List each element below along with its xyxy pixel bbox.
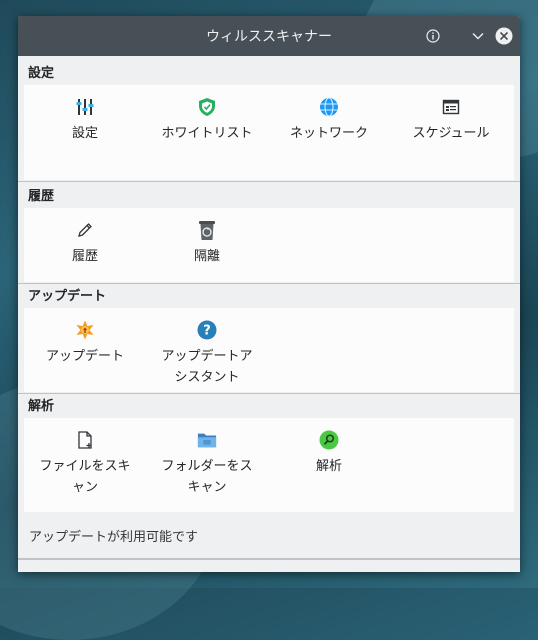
settings-panel: 設定 ホワイトリスト ネットワーク スケジュール: [24, 85, 514, 180]
chevron-down-icon: [472, 33, 484, 40]
tile-scan-file[interactable]: ファイルをスキャン: [24, 418, 146, 512]
section-title-update: アップデート: [28, 289, 107, 304]
tile-schedule[interactable]: スケジュール: [390, 85, 512, 180]
tile-label: ホワイトリスト: [161, 126, 253, 141]
minimize-button[interactable]: [469, 27, 487, 45]
info-button[interactable]: [424, 27, 442, 45]
tile-whitelist[interactable]: ホワイトリスト: [146, 85, 268, 180]
shield-icon: [197, 97, 217, 117]
history-panel: 履歴 隔離: [24, 208, 514, 282]
folder-icon: [197, 430, 217, 450]
tile-label: スケジュール: [412, 126, 490, 141]
close-button[interactable]: [495, 27, 513, 45]
tile-scan-folder[interactable]: フォルダーをスキャン: [146, 418, 268, 512]
status-bar: アップデートが利用可能です: [29, 530, 199, 545]
close-icon: [495, 27, 513, 45]
section-title-analysis: 解析: [28, 399, 55, 414]
tile-history[interactable]: 履歴: [24, 208, 146, 282]
info-icon: [426, 29, 440, 43]
tile-label: フォルダーをスキャン: [161, 459, 253, 495]
tile-label: アップデート: [45, 349, 124, 364]
section-title-settings: 設定: [28, 66, 55, 81]
tile-label: ネットワーク: [289, 126, 368, 141]
help-icon: ?: [197, 320, 217, 340]
search-icon: [319, 430, 339, 450]
tile-analysis[interactable]: 解析: [268, 418, 390, 512]
tile-label: 隔離: [193, 249, 220, 264]
calendar-icon: [441, 97, 461, 117]
globe-icon: [319, 97, 339, 117]
pencil-icon: [75, 220, 95, 240]
tile-quarantine[interactable]: 隔離: [146, 208, 268, 282]
section-title-history: 履歴: [28, 189, 55, 204]
tile-label: ファイルをスキャン: [39, 459, 131, 495]
tile-label: 解析: [315, 459, 342, 474]
bottom-border: [18, 558, 520, 560]
trash-icon: [197, 220, 217, 240]
update-star-icon: [75, 320, 95, 340]
tile-settings[interactable]: 設定: [24, 85, 146, 180]
tile-update[interactable]: アップデート: [24, 308, 146, 392]
settings-sliders-icon: [75, 97, 95, 117]
window-title: ウィルススキャナー: [206, 29, 332, 45]
svg-text:?: ?: [203, 324, 211, 339]
tile-label: アップデートアシスタント: [161, 349, 253, 385]
tile-update-assistant[interactable]: ? アップデートアシスタント: [146, 308, 268, 392]
tile-network[interactable]: ネットワーク: [268, 85, 390, 180]
update-panel: アップデート ? アップデートアシスタント: [24, 308, 514, 392]
analysis-panel: ファイルをスキャン フォルダーをスキャン 解析: [24, 418, 514, 512]
tile-label: 設定: [71, 126, 98, 141]
virus-scanner-window: ウィルススキャナー 設定 設定 ホワイトリスト ネットワーク スケジュール 履歴…: [18, 16, 520, 572]
tile-label: 履歴: [71, 249, 98, 264]
title-bar[interactable]: ウィルススキャナー: [18, 16, 520, 56]
file-icon: [75, 430, 95, 450]
